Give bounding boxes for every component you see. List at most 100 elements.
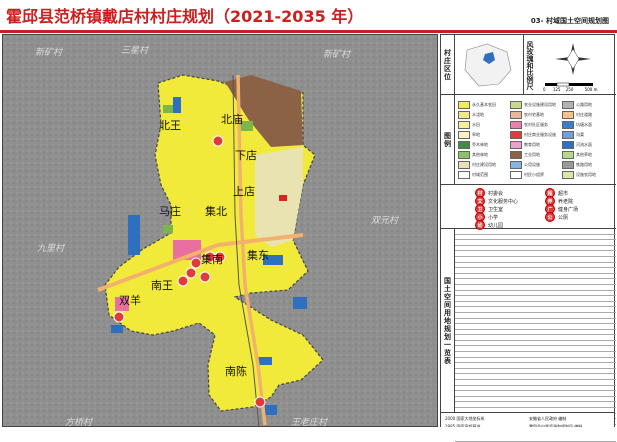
village-label-nanchen: 南陈 (225, 365, 247, 378)
legend-item: 其他草地 (562, 151, 592, 159)
legend-label: 公用设施 (524, 162, 540, 167)
legend-swatch (510, 111, 522, 119)
legend-label: 乔木林地 (472, 142, 488, 147)
legend-section-label: 图例 (443, 131, 452, 148)
green-3 (163, 225, 173, 233)
map-canvas[interactable]: 新矿村 三星村 新矿村 双元村 九里村 方桥村 王老庄村 北王 北庙 下店 上店… (2, 34, 438, 427)
village-label-shuangyang: 双羊 (119, 294, 141, 307)
footer-right-1: 安徽省人民政府 编制 (529, 416, 567, 421)
legend-swatch (562, 101, 574, 109)
legend-swatch (458, 151, 470, 159)
legend-item: 村庄商业服务设施 (510, 131, 556, 139)
facility-red (279, 195, 287, 201)
legend-swatch (562, 111, 574, 119)
legend-item: 公用设施 (510, 161, 540, 169)
village-label-beiwang: 北王 (159, 119, 181, 132)
legend-label: 农业设施建设用地 (524, 102, 556, 107)
pond-1 (128, 215, 140, 255)
legend-label: 其他林地 (472, 152, 488, 157)
location-section: 村庄区位 风玫瑰和比例尺 0 125 250 500 m (441, 35, 616, 95)
legend-item: 其他林地 (458, 151, 488, 159)
legend-label: 其他草地 (576, 152, 592, 157)
legend-item: 永久基本农田 (458, 101, 496, 109)
symbol-item: 公公厕 (545, 212, 568, 222)
legend-swatch (458, 141, 470, 149)
legend-label: 坑塘水面 (576, 122, 592, 127)
legend-swatch (458, 171, 470, 179)
village-label-nanwang: 南王 (151, 279, 173, 292)
legend-label: 教育用地 (524, 142, 540, 147)
legend-swatch (510, 131, 522, 139)
location-section-label: 村庄区位 (443, 48, 452, 81)
legend-swatch (458, 111, 470, 119)
land-use-table-label: 国土空间用地规划一览表 (443, 277, 452, 365)
legend-swatch (562, 161, 574, 169)
bg-label-2: 三星村 (121, 46, 149, 56)
legend-label: 水浇地 (472, 112, 484, 117)
village-label-jidong: 集东 (247, 249, 269, 262)
legend-item: 村域范围 (458, 171, 488, 179)
legend-label: 农村宅基地 (524, 112, 544, 117)
header-divider (0, 30, 617, 33)
pond-5 (258, 357, 272, 365)
scale-tick-2: 250 (565, 87, 574, 92)
legend-swatch (510, 161, 522, 169)
symbol-label: 公厕 (558, 214, 569, 221)
legend-item: 乔木林地 (458, 141, 488, 149)
legend-item: 水田 (458, 121, 480, 129)
legend-swatch (510, 121, 522, 129)
legend-item: 沟渠 (562, 131, 584, 139)
legend-swatch (458, 131, 470, 139)
legend-item: 村庄道路 (562, 111, 592, 119)
bottom-margin (0, 427, 617, 436)
legend-item: 农村宅基地 (510, 111, 544, 119)
legend-swatch (510, 171, 522, 179)
map-svg (3, 35, 437, 426)
pond-6 (265, 405, 277, 415)
legend-item: 工业用地 (510, 151, 540, 159)
legend-swatch (510, 151, 522, 159)
scale-tick-0: 0 (543, 87, 546, 92)
land-use-table-section: 国土空间用地规划一览表 (441, 229, 616, 442)
legend-item: 村庄建设用地 (458, 161, 496, 169)
legend-label: 永久基本农田 (472, 102, 496, 107)
legend-swatch (562, 131, 574, 139)
legend-label: 村庄建设用地 (472, 162, 496, 167)
legend-item: 河流水面 (562, 141, 592, 149)
table-row (455, 436, 616, 442)
land-use-table (455, 229, 616, 442)
bg-label-6: 方桥村 (65, 418, 93, 427)
legend-item: 公路用地 (562, 101, 592, 109)
village-label-jinan: 集南 (201, 253, 223, 266)
legend-swatch (458, 161, 470, 169)
scale-unit: m (593, 87, 598, 92)
bg-label-4: 双元村 (371, 216, 399, 226)
scale-tick-3: 500 (584, 87, 593, 92)
legend-swatch (562, 171, 574, 179)
village-label-shangdian: 上店 (233, 185, 255, 198)
legend-label: 设施农用地 (576, 172, 596, 177)
legend-label: 河流水面 (576, 142, 592, 147)
legend-label: 村民小组界 (524, 172, 544, 177)
legend-swatch (458, 121, 470, 129)
legend-label: 村域范围 (472, 172, 488, 177)
village-label-beimiao: 北庙 (221, 113, 243, 126)
compass-section-label: 风玫瑰和比例尺 (526, 40, 534, 90)
legend-item: 村民小组界 (510, 171, 544, 179)
village-label-mazhuang: 马庄 (159, 205, 181, 218)
header-bar: 霍邱县范桥镇戴店村村庄规划（2021-2035 年） 03- 村域国土空间规划图 (0, 0, 617, 30)
village-label-jibei: 集北 (205, 205, 227, 218)
pond-2 (173, 97, 181, 113)
legend-item: 铁路用地 (562, 161, 592, 169)
legend-item: 农业设施建设用地 (510, 101, 556, 109)
bg-label-3: 新矿村 (323, 50, 351, 60)
legend-label: 铁路用地 (576, 162, 592, 167)
symbol-marker-icon: 公 (545, 212, 555, 222)
legend-item: 农村社区服务 (510, 121, 548, 129)
legend-panel: 村庄区位 风玫瑰和比例尺 0 125 250 500 m 图例 永久基本农田 农业 (440, 34, 616, 442)
legend-label: 农村社区服务 (524, 122, 548, 127)
sheet-title: 03- 村域国土空间规划图 (530, 17, 609, 25)
location-map-icon (459, 40, 515, 90)
legend-label: 旱地 (472, 132, 480, 137)
scale-tick-1: 125 (552, 87, 561, 92)
